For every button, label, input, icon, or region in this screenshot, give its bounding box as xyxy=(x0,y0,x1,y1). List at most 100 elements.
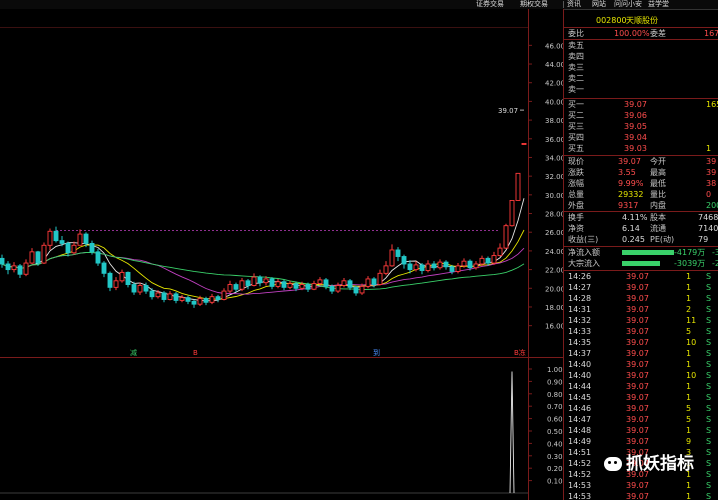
tick-row: 14:44 39.07 1 S xyxy=(564,381,718,392)
candle-body xyxy=(425,263,431,271)
price-tick-label: 32.00 xyxy=(545,173,563,181)
tick-time: 14:27 xyxy=(568,283,592,292)
fund-label: 净资 xyxy=(568,224,584,233)
menu-item-securities-trading[interactable]: 证券交易 xyxy=(476,0,504,9)
candle-body xyxy=(29,251,35,264)
tick-volume: 1 xyxy=(686,283,692,292)
tick-volume: 1 xyxy=(686,272,692,281)
tick-row: 14:27 39.07 1 S xyxy=(564,282,718,293)
candle-body xyxy=(59,240,65,244)
candle-body xyxy=(203,298,209,303)
tick-row: 14:31 39.07 2 S xyxy=(564,304,718,315)
tick-time: 14:52 xyxy=(568,459,592,468)
buy-volume: 1 xyxy=(706,144,712,153)
candle-body xyxy=(467,260,473,269)
price-tick-label: 24.00 xyxy=(545,248,563,256)
candle-body xyxy=(215,296,221,300)
buy-row: 买四 39.04 xyxy=(564,132,718,143)
tick-side: S xyxy=(706,393,712,402)
tick-price: 39.07 xyxy=(626,294,649,303)
tick-side: S xyxy=(706,492,712,500)
watermark: 抓妖指标 xyxy=(604,449,694,474)
fund-value: 4.11% xyxy=(622,213,648,222)
menu-item-options-trading[interactable]: 期权交易 xyxy=(520,0,548,9)
candle-body xyxy=(359,285,365,294)
candle-body xyxy=(173,293,179,301)
quote-value: 39.07 xyxy=(618,157,641,166)
buy-price: 39.05 xyxy=(624,122,647,131)
price-tick-label: 46.00 xyxy=(545,42,563,50)
candle-body xyxy=(137,285,143,293)
tick-time: 14:44 xyxy=(568,382,592,391)
price-tick-label: 16.00 xyxy=(545,323,563,331)
volume-tick-label: 0.80 xyxy=(547,391,563,399)
tick-price: 39.07 xyxy=(626,404,649,413)
tick-side: S xyxy=(706,338,712,347)
price-tick-label: 40.00 xyxy=(545,98,563,106)
flow-row: 净流入额 -4179万 -3 xyxy=(564,247,718,258)
sell-row: 卖二 xyxy=(564,73,718,84)
candle-body xyxy=(257,276,263,284)
candle-body xyxy=(107,272,113,288)
flow-label: 净流入额 xyxy=(568,248,600,257)
candle-body xyxy=(5,263,11,271)
menu-item-news[interactable]: 资讯 xyxy=(567,0,581,9)
quote-label: 最低 xyxy=(650,179,666,188)
candle-body xyxy=(35,251,41,264)
quote-row: 涨跌 3.55 最高 39 xyxy=(564,167,718,178)
quote-label: 内盘 xyxy=(650,201,666,210)
candle-body xyxy=(263,278,269,284)
tick-time: 14:47 xyxy=(568,415,592,424)
volume-tick-label: 0.60 xyxy=(547,416,563,424)
kline-chart[interactable]: 46.00 44.00 42.00 40.00 38.00 36.00 34.00 32.00… xyxy=(0,9,563,500)
signal-marker: B冻 xyxy=(514,348,526,357)
candle-body xyxy=(0,257,5,265)
signal-marker: 到 xyxy=(373,349,380,357)
tick-price: 39.07 xyxy=(626,360,649,369)
quote-label: 现价 xyxy=(568,157,584,166)
candle-body xyxy=(509,199,515,227)
candle-body xyxy=(287,283,293,288)
tick-time: 14:53 xyxy=(568,492,592,500)
tick-time: 14:40 xyxy=(568,371,592,380)
candle-body xyxy=(395,249,401,257)
sell-row: 卖一 xyxy=(564,84,718,95)
buy-row: 买三 39.05 xyxy=(564,121,718,132)
candle-body xyxy=(233,284,239,290)
sell-row: 卖四 xyxy=(564,51,718,62)
sell-label: 卖二 xyxy=(568,74,584,83)
weibi-row: 委比 100.00% 委差 167 xyxy=(564,28,718,39)
candle-body xyxy=(125,271,131,285)
candle-body xyxy=(485,257,491,264)
buy-label: 买三 xyxy=(568,122,584,131)
candle-body xyxy=(329,285,335,292)
candle-body xyxy=(23,262,29,275)
quote-value: 0 xyxy=(706,190,712,199)
menu-item-academy[interactable]: 益学堂 xyxy=(648,0,669,9)
candle-body xyxy=(455,265,461,272)
candle-body xyxy=(47,230,53,246)
tick-row: 14:48 39.07 1 S xyxy=(564,425,718,436)
candle-body xyxy=(131,284,137,293)
sell-label: 卖一 xyxy=(568,85,584,94)
buy-price: 39.03 xyxy=(624,144,647,153)
volume-tick-label: 0.40 xyxy=(547,440,563,448)
flow-row: 大宗流入 -3039万 -2 xyxy=(564,258,718,269)
menu-item-website[interactable]: 网站 xyxy=(592,0,606,9)
tick-volume: 5 xyxy=(686,404,692,413)
volume-tick-label: 0.70 xyxy=(547,403,563,411)
candle-body xyxy=(77,233,83,246)
buy-row: 买二 39.06 xyxy=(564,110,718,121)
candle-body xyxy=(275,281,281,287)
candle-body xyxy=(239,280,245,290)
menu-item-ask[interactable]: 问问小安 xyxy=(614,0,642,9)
candle-body xyxy=(521,143,527,145)
candle-body xyxy=(209,296,215,303)
candle-body xyxy=(479,257,485,265)
signal-marker: 减 xyxy=(130,348,137,357)
tick-volume: 5 xyxy=(686,415,692,424)
candle-body xyxy=(449,266,455,272)
candle-body xyxy=(65,242,71,254)
tick-time: 14:31 xyxy=(568,305,592,314)
price-tick-label: 18.00 xyxy=(545,304,563,312)
